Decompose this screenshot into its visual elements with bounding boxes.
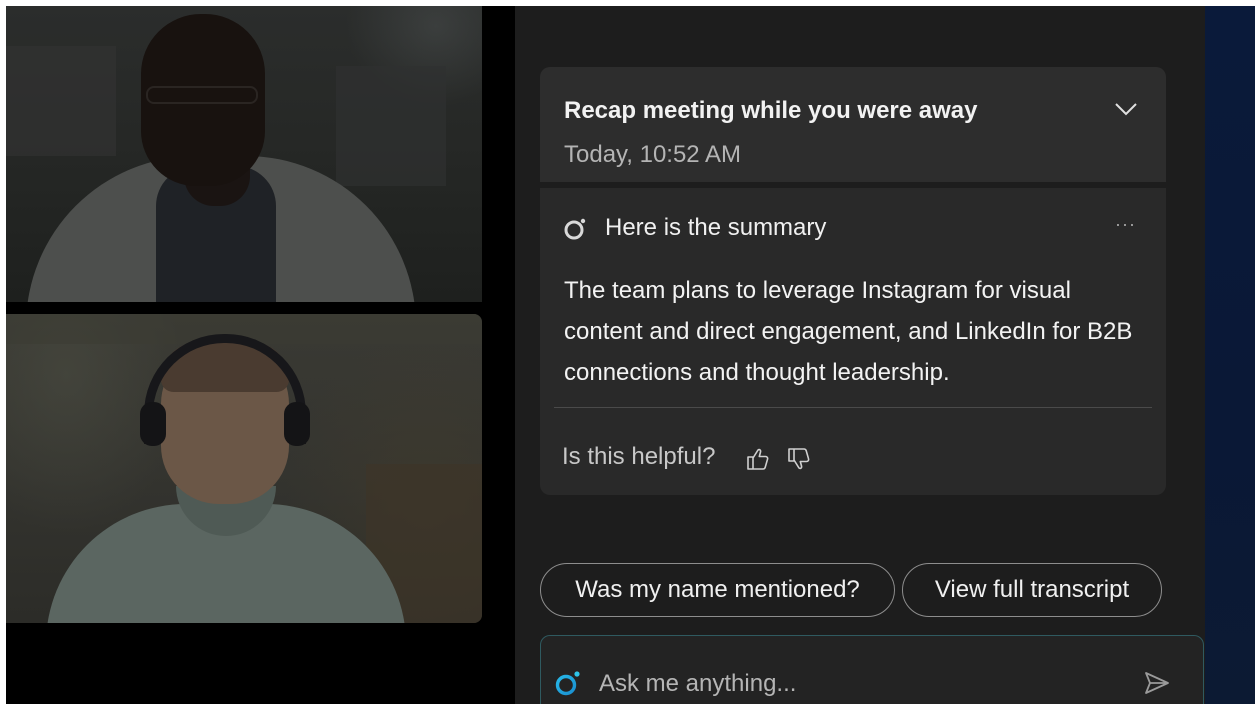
- summary-card: Here is the summary ··· The team plans t…: [540, 188, 1166, 495]
- side-background-strip: [1205, 6, 1255, 704]
- headset: [144, 334, 306, 444]
- ask-input[interactable]: [599, 666, 1099, 702]
- divider: [554, 407, 1152, 408]
- feedback-prompt: Is this helpful?: [562, 443, 716, 470]
- chevron-down-icon[interactable]: [1114, 101, 1138, 117]
- participant-glasses: [146, 86, 258, 104]
- thumbs-down-icon[interactable]: [786, 446, 812, 472]
- headset-earcup: [140, 402, 166, 446]
- copilot-icon: [564, 218, 586, 240]
- summary-heading: Here is the summary: [605, 214, 827, 241]
- suggestion-chip-name-mentioned[interactable]: Was my name mentioned?: [540, 563, 895, 617]
- video-tile-participant-1[interactable]: [6, 6, 482, 302]
- thumbs-up-icon[interactable]: [745, 446, 771, 472]
- send-icon[interactable]: [1143, 670, 1171, 696]
- video-tile-participant-2[interactable]: [6, 314, 482, 623]
- copilot-panel: Recap meeting while you were away Today,…: [515, 6, 1205, 704]
- summary-text: The team plans to leverage Instagram for…: [564, 277, 1133, 386]
- suggestion-chip-full-transcript[interactable]: View full transcript: [902, 563, 1162, 617]
- more-options-icon[interactable]: ···: [1115, 214, 1136, 235]
- copilot-icon: [555, 671, 580, 696]
- recap-title: Recap meeting while you were away: [564, 97, 978, 124]
- recap-timestamp: Today, 10:52 AM: [564, 141, 741, 168]
- ask-copilot-box[interactable]: [540, 635, 1204, 704]
- teams-meeting-window: Recap meeting while you were away Today,…: [6, 6, 1255, 704]
- background-shelf: [6, 46, 116, 156]
- background-window: [336, 66, 446, 186]
- headset-earcup: [284, 402, 310, 446]
- recap-header-card[interactable]: Recap meeting while you were away Today,…: [540, 67, 1166, 182]
